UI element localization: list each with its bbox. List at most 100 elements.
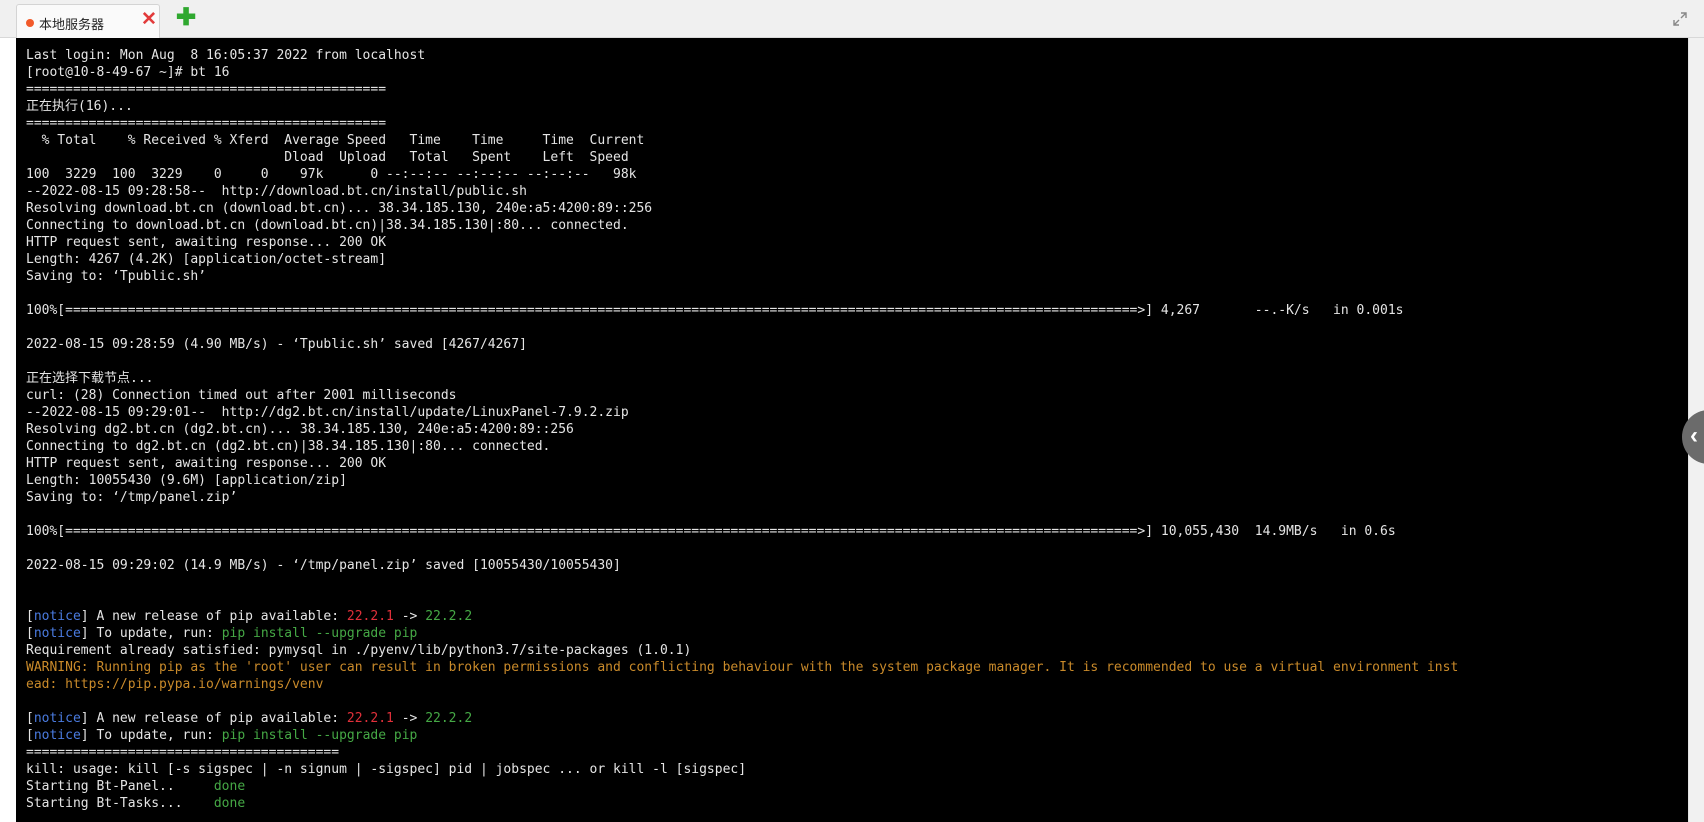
terminal-text: --2022-08-15 09:29:01-- http://dg2.bt.cn… (26, 405, 629, 420)
terminal-line: Resolving download.bt.cn (download.bt.cn… (26, 200, 1694, 217)
terminal-text: ========================================… (26, 82, 387, 97)
terminal-line: Length: 10055430 (9.6M) [application/zip… (26, 472, 1694, 489)
terminal-line: ead: https://pip.pypa.io/warnings/venv (26, 676, 1694, 693)
terminal-text: 22.2.1 (346, 711, 394, 726)
terminal-text: notice (33, 626, 81, 641)
terminal-text: 100%[===================================… (26, 303, 1404, 318)
terminal-text: 22.2.1 (346, 609, 394, 624)
terminal-text: Starting Bt-Tasks... (26, 796, 214, 811)
terminal-text: HTTP request sent, awaiting response... … (26, 456, 387, 471)
terminal-text: ========================================… (26, 116, 387, 131)
terminal-text: -> (393, 711, 426, 726)
terminal-text: ] A new release of pip available: (80, 609, 347, 624)
terminal-line: WARNING: Running pip as the 'root' user … (26, 659, 1694, 676)
terminal-text: Dload Upload Total Spent Left Speed (26, 150, 629, 165)
chevron-left-icon: ‹ (1690, 422, 1698, 449)
terminal-text: 22.2.2 (425, 711, 473, 726)
terminal-line: Connecting to download.bt.cn (download.b… (26, 217, 1694, 234)
tab-label: 本地服务器 (39, 18, 105, 33)
terminal-text: HTTP request sent, awaiting response... … (26, 235, 387, 250)
terminal-text: Length: 10055430 (9.6M) [application/zip… (26, 473, 347, 488)
terminal-text: -> (393, 609, 426, 624)
tab-local-server[interactable]: 本地服务器 ✕ (16, 4, 160, 38)
terminal-line: [notice] A new release of pip available:… (26, 710, 1694, 727)
terminal-line: 2022-08-15 09:28:59 (4.90 MB/s) - ‘Tpubl… (26, 336, 1694, 353)
terminal-text: 22.2.2 (425, 609, 473, 624)
terminal-text: 正在执行(16)... (26, 99, 133, 114)
terminal-line: ========================================… (26, 115, 1694, 132)
terminal-text: Length: 4267 (4.2K) [application/octet-s… (26, 252, 387, 267)
terminal-line: --2022-08-15 09:29:01-- http://dg2.bt.cn… (26, 404, 1694, 421)
terminal-text: ead: https://pip.pypa.io/warnings/venv (26, 677, 324, 692)
terminal-line: curl: (28) Connection timed out after 20… (26, 387, 1694, 404)
terminal-line: 100 3229 100 3229 0 0 97k 0 --:--:-- --:… (26, 166, 1694, 183)
terminal-line: [notice] To update, run: pip install --u… (26, 625, 1694, 642)
terminal-text: Connecting to download.bt.cn (download.b… (26, 218, 629, 233)
terminal-text: % Total % Received % Xferd Average Speed… (26, 133, 645, 148)
terminal-text: [ (26, 626, 34, 641)
terminal-text: done (213, 796, 246, 811)
status-dot (26, 19, 34, 27)
plus-icon[interactable]: ✚ (176, 6, 196, 30)
terminal-text: done (213, 779, 246, 794)
terminal-text: Resolving dg2.bt.cn (dg2.bt.cn)... 38.34… (26, 422, 574, 437)
terminal-text: 100%[===================================… (26, 524, 1396, 539)
terminal-line: [notice] A new release of pip available:… (26, 608, 1694, 625)
terminal-text: [ (26, 711, 34, 726)
terminal-text: ] To update, run: (80, 626, 222, 641)
terminal-line: 100%[===================================… (26, 523, 1694, 540)
terminal-line: Connecting to dg2.bt.cn (dg2.bt.cn)|38.3… (26, 438, 1694, 455)
terminal-line: Starting Bt-Tasks... done (26, 795, 1694, 812)
terminal-text: 2022-08-15 09:28:59 (4.90 MB/s) - ‘Tpubl… (26, 337, 527, 352)
terminal-line: --2022-08-15 09:28:58-- http://download.… (26, 183, 1694, 200)
terminal-text: 100 3229 100 3229 0 0 97k 0 --:--:-- --:… (26, 167, 637, 182)
terminal-text: ======================================== (26, 745, 340, 760)
close-icon[interactable]: ✕ (141, 10, 157, 30)
terminal-text: Resolving download.bt.cn (download.bt.cn… (26, 201, 653, 216)
terminal-line: [notice] To update, run: pip install --u… (26, 727, 1694, 744)
terminal-text: kill: usage: kill [-s sigspec | -n signu… (26, 762, 747, 777)
terminal-text: Saving to: ‘Tpublic.sh’ (26, 269, 207, 284)
terminal-text: Connecting to dg2.bt.cn (dg2.bt.cn)|38.3… (26, 439, 551, 454)
terminal-text: notice (33, 711, 81, 726)
terminal-line: [root@10-8-49-67 ~]# bt 16 (26, 64, 1694, 81)
terminal-text: Requirement already satisfied: pymysql i… (26, 643, 692, 658)
terminal-line: ========================================… (26, 81, 1694, 98)
terminal-line: Length: 4267 (4.2K) [application/octet-s… (26, 251, 1694, 268)
terminal-text: pip install --upgrade pip (221, 728, 418, 743)
terminal-line: ======================================== (26, 744, 1694, 761)
terminal-line: 2022-08-15 09:29:02 (14.9 MB/s) - ‘/tmp/… (26, 557, 1694, 574)
terminal-text: Last login: Mon Aug 8 16:05:37 2022 from… (26, 48, 426, 63)
terminal-line: 正在执行(16)... (26, 98, 1694, 115)
terminal-text: Saving to: ‘/tmp/panel.zip’ (26, 490, 238, 505)
terminal-text: WARNING: Running pip as the 'root' user … (26, 660, 1459, 675)
terminal-line: 正在选择下载节点... (26, 370, 1694, 387)
terminal-line: 100%[===================================… (26, 302, 1694, 319)
terminal-line: Saving to: ‘Tpublic.sh’ (26, 268, 1694, 285)
terminal-text: [ (26, 728, 34, 743)
terminal-line: Saving to: ‘/tmp/panel.zip’ (26, 489, 1694, 506)
expand-icon[interactable] (1672, 11, 1688, 27)
terminal-text: curl: (28) Connection timed out after 20… (26, 388, 457, 403)
terminal-line: Starting Bt-Panel.. done (26, 778, 1694, 795)
terminal-text: ] To update, run: (80, 728, 222, 743)
terminal-text: [ (26, 609, 34, 624)
terminal-line: kill: usage: kill [-s sigspec | -n signu… (26, 761, 1694, 778)
terminal-line: Dload Upload Total Spent Left Speed (26, 149, 1694, 166)
terminal-line: HTTP request sent, awaiting response... … (26, 234, 1694, 251)
terminal-text: 正在选择下载节点... (26, 371, 154, 386)
terminal-line: HTTP request sent, awaiting response... … (26, 455, 1694, 472)
terminal-text: ] A new release of pip available: (80, 711, 347, 726)
terminal-text: [root@10-8-49-67 ~]# bt 16 (26, 65, 230, 80)
terminal-output[interactable]: Last login: Mon Aug 8 16:05:37 2022 from… (16, 38, 1704, 822)
terminal-line: Resolving dg2.bt.cn (dg2.bt.cn)... 38.34… (26, 421, 1694, 438)
terminal-text: Starting Bt-Panel.. (26, 779, 214, 794)
